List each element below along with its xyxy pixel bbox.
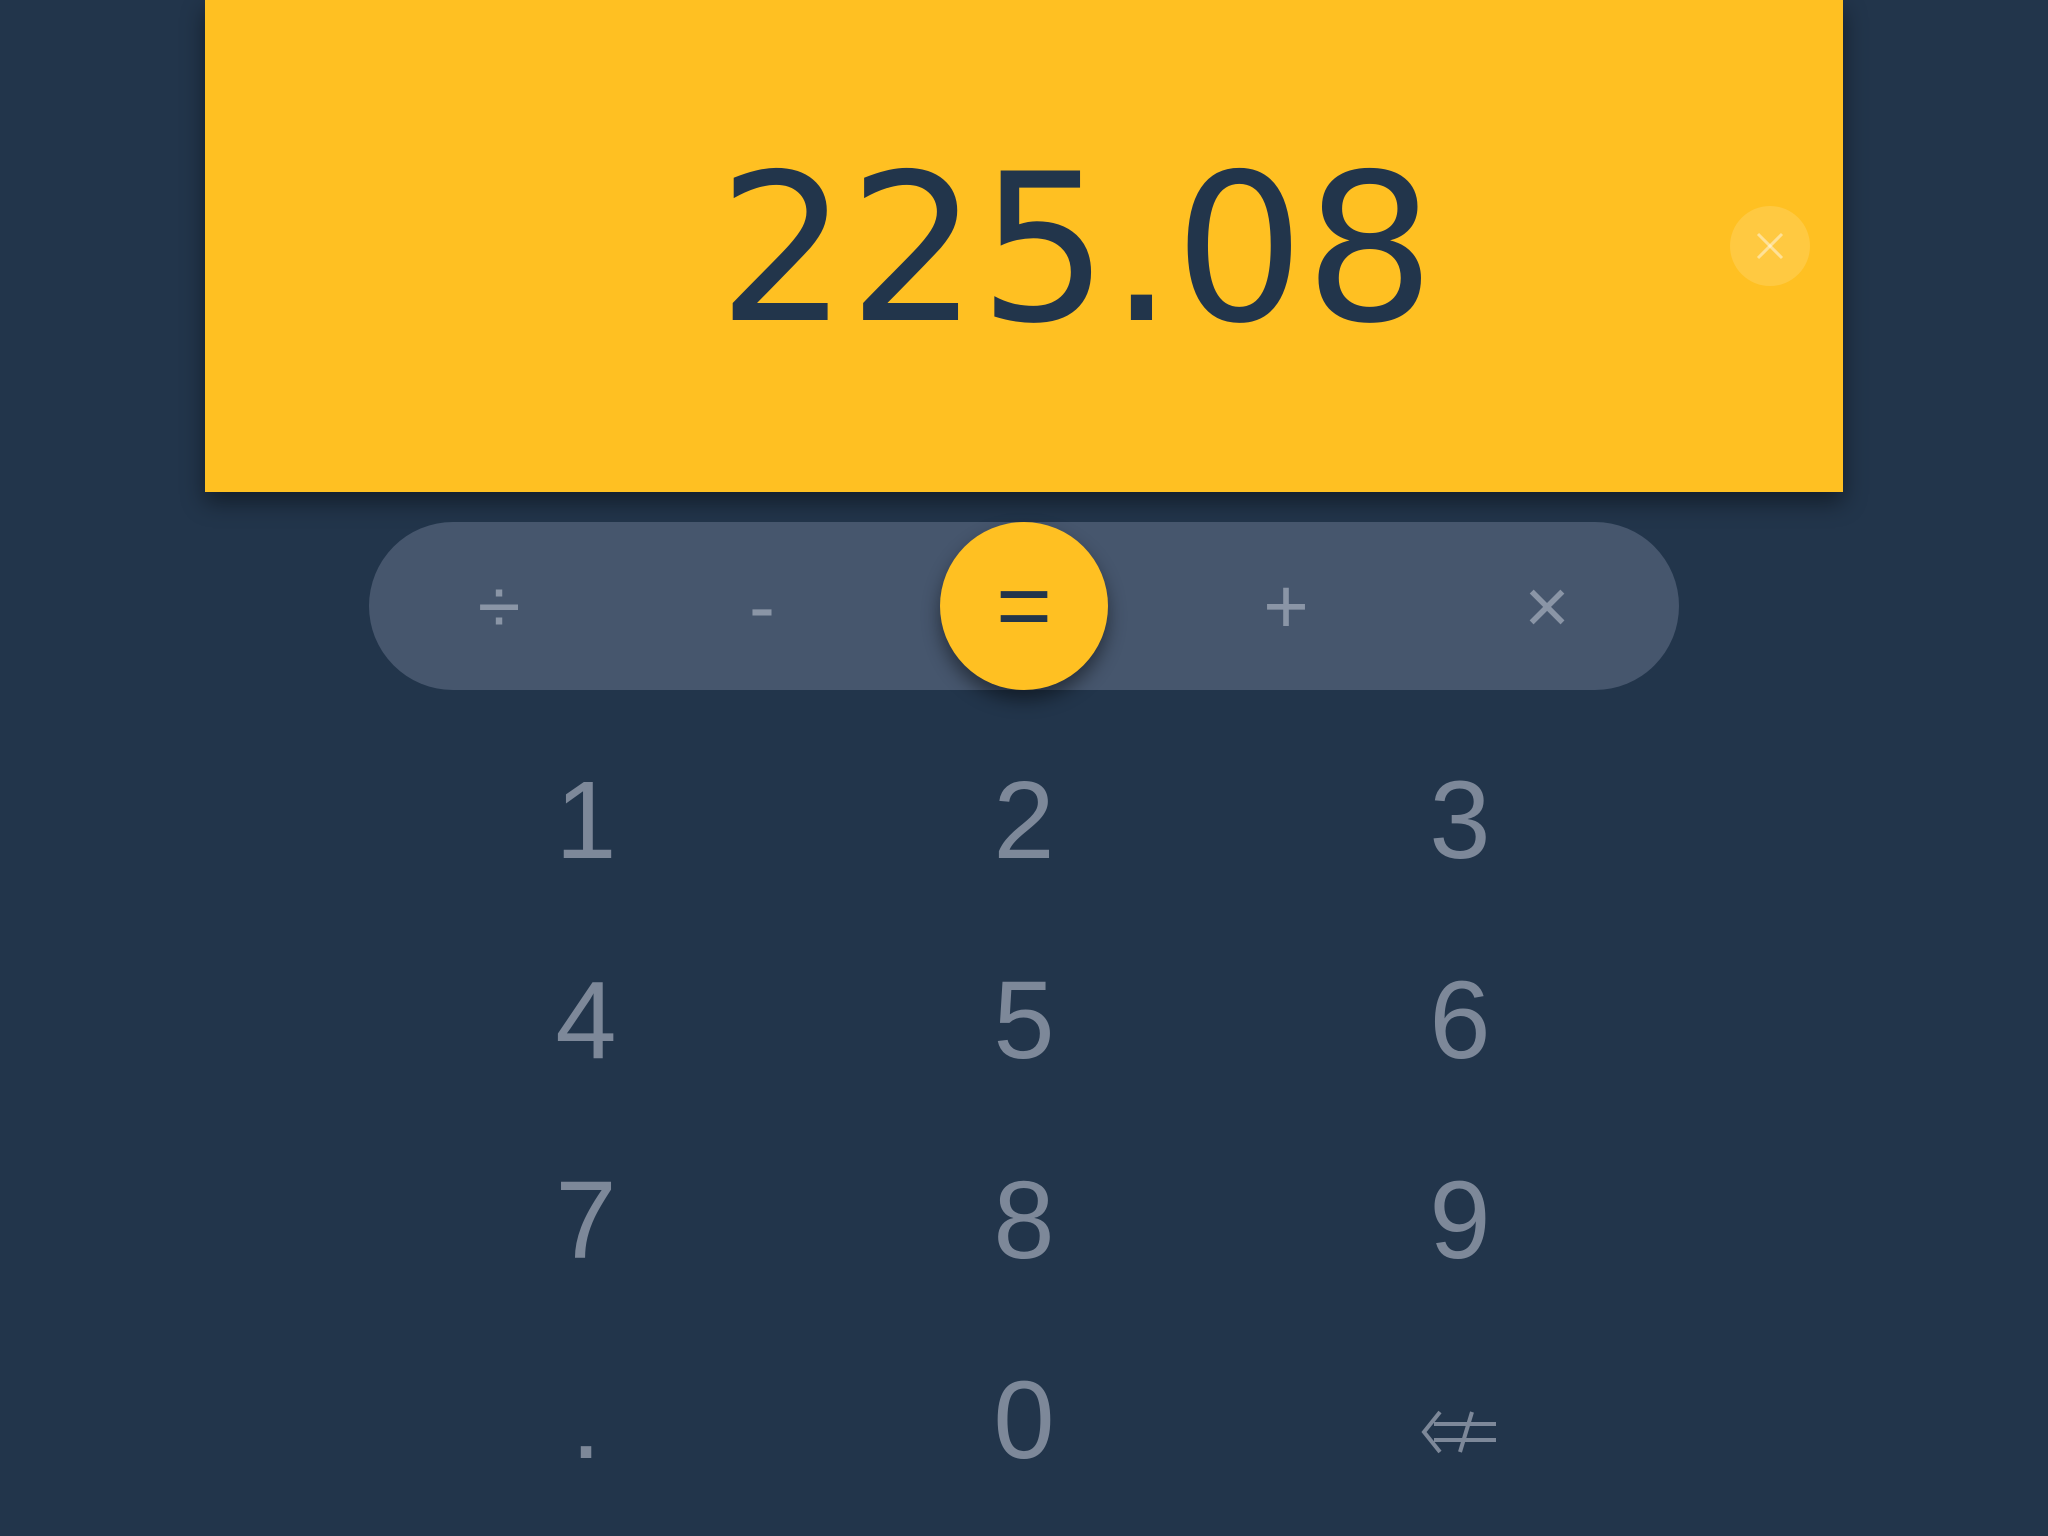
add-button[interactable]: + — [1206, 522, 1366, 690]
display-value: 225.08 — [717, 131, 1435, 369]
clear-button[interactable] — [1730, 206, 1810, 286]
subtract-button[interactable]: - — [682, 522, 842, 690]
divide-button[interactable]: ÷ — [419, 522, 579, 690]
multiply-button[interactable]: × — [1467, 522, 1627, 690]
backspace-button[interactable] — [1340, 1352, 1580, 1512]
equals-button[interactable]: = — [940, 522, 1108, 690]
key-0[interactable]: 0 — [904, 1340, 1144, 1500]
key-6[interactable]: 6 — [1340, 940, 1580, 1100]
key-2[interactable]: 2 — [904, 740, 1144, 900]
key-7[interactable]: 7 — [466, 1140, 706, 1300]
key-4[interactable]: 4 — [466, 940, 706, 1100]
result-display: 225.08 — [205, 0, 1843, 492]
key-3[interactable]: 3 — [1340, 740, 1580, 900]
key-8[interactable]: 8 — [904, 1140, 1144, 1300]
key-9[interactable]: 9 — [1340, 1140, 1580, 1300]
key-1[interactable]: 1 — [466, 740, 706, 900]
key-decimal[interactable]: . — [466, 1340, 706, 1500]
close-icon — [1756, 232, 1784, 260]
backspace-icon — [1421, 1410, 1496, 1454]
key-5[interactable]: 5 — [904, 940, 1144, 1100]
